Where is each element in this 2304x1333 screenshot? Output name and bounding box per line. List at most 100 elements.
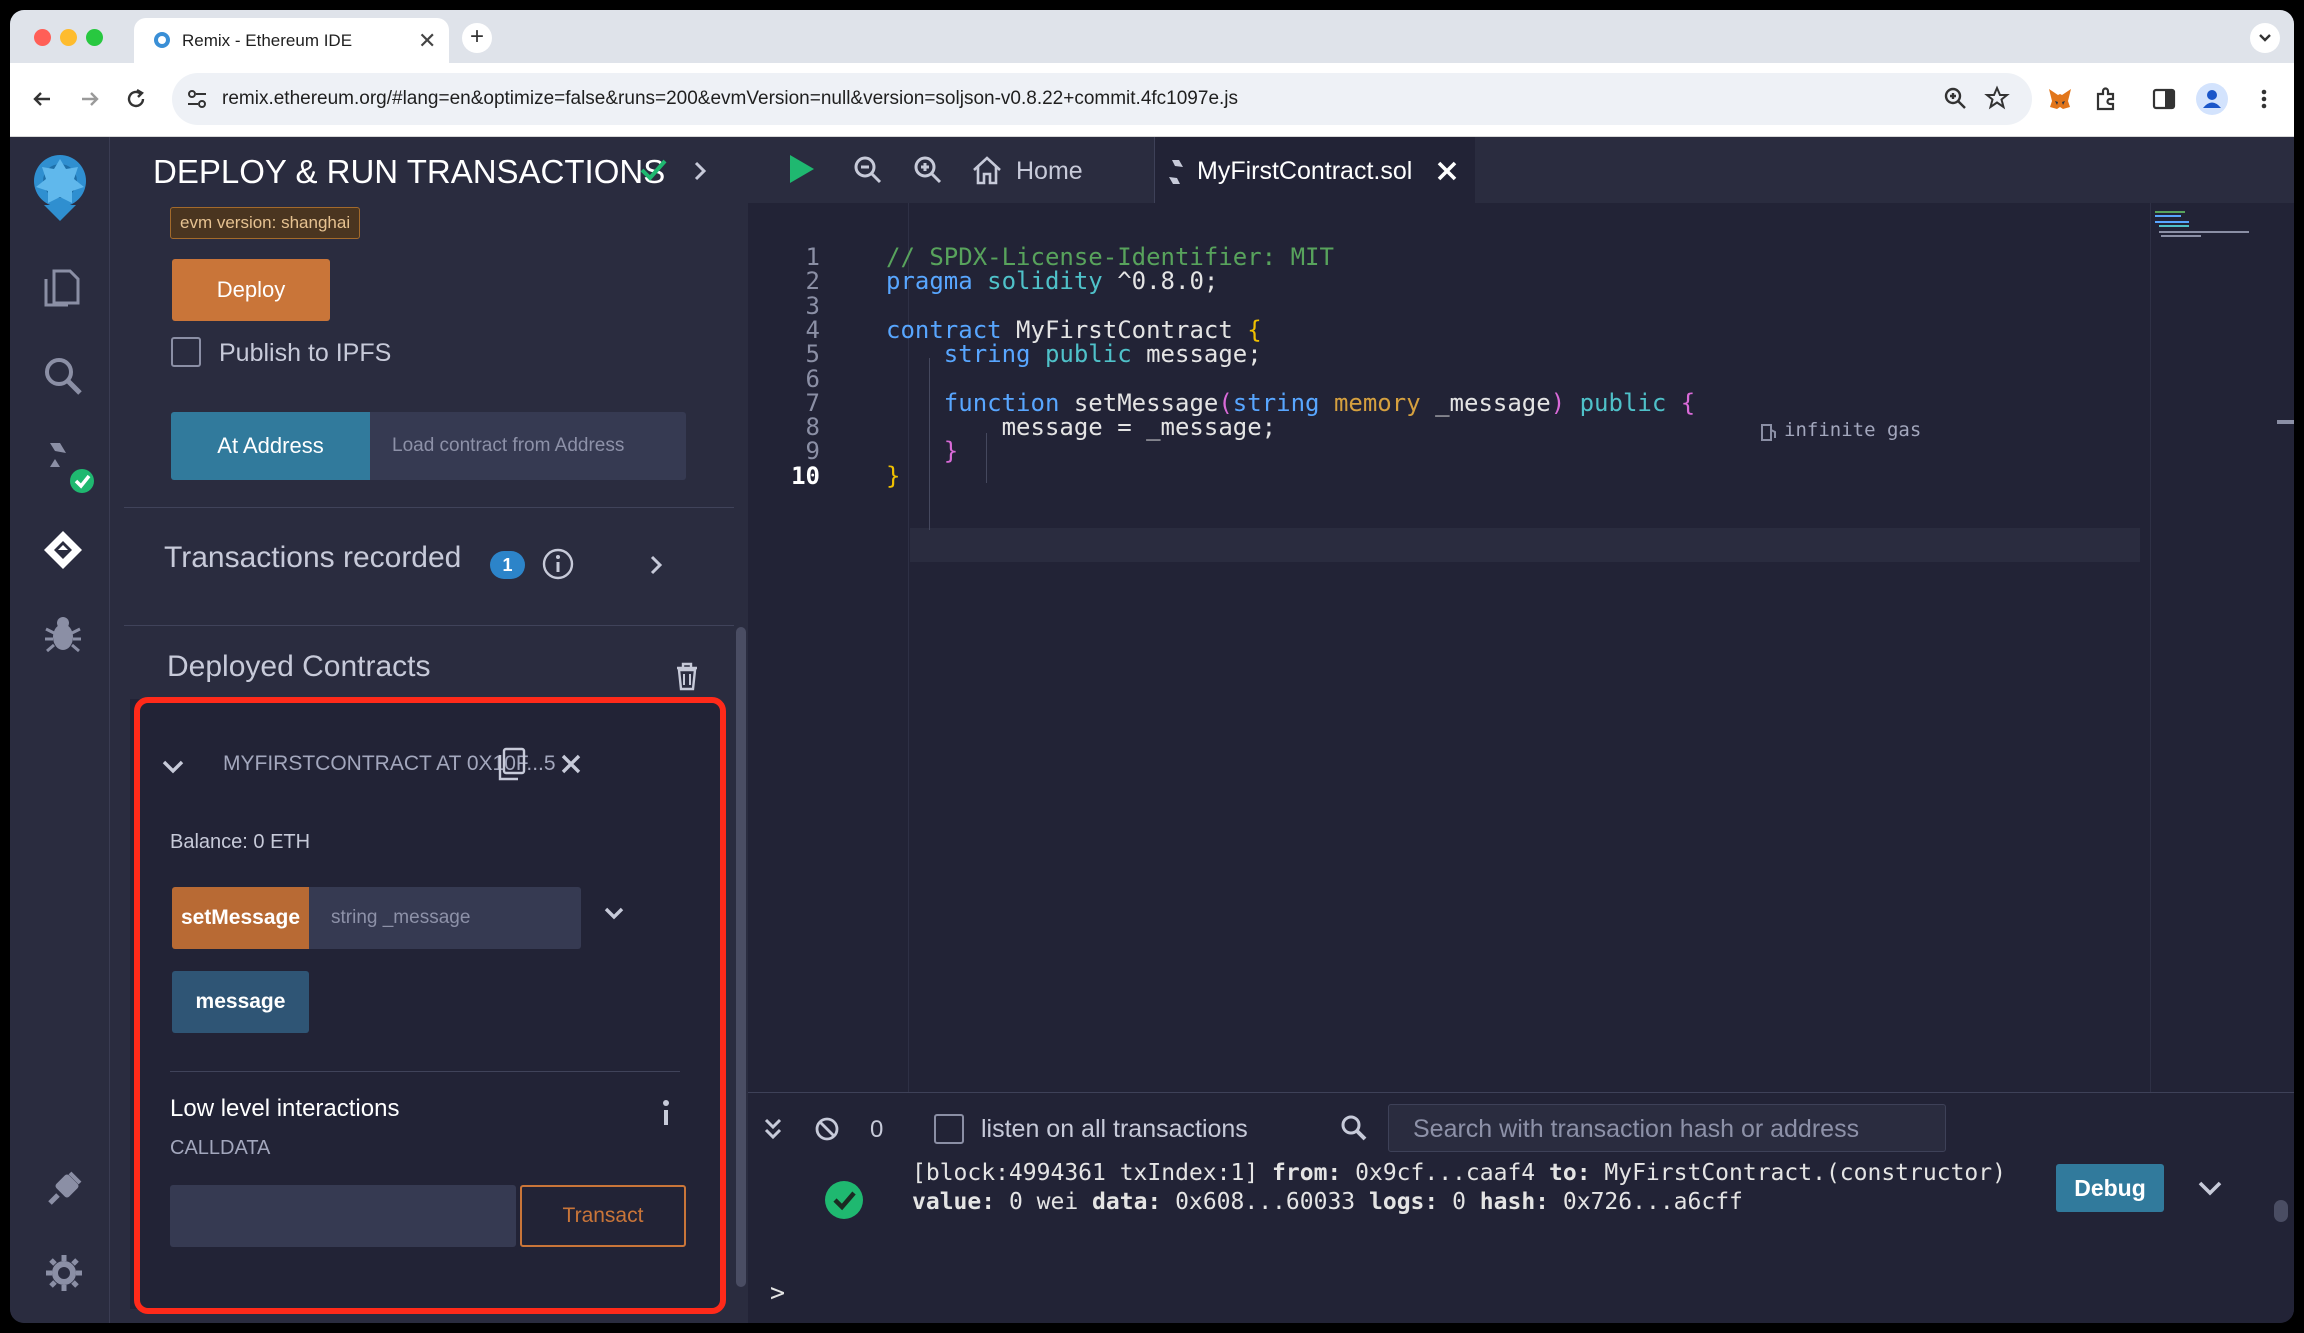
debug-button[interactable]: Debug [2056, 1164, 2164, 1212]
clear-console-icon[interactable] [814, 1116, 840, 1142]
profile-avatar-icon[interactable] [2196, 83, 2228, 115]
code-token: message; [1146, 340, 1262, 369]
gas-estimate-hint: infinite gas [1784, 419, 1922, 441]
code-token: { [1680, 388, 1696, 417]
run-script-play-icon[interactable] [786, 153, 816, 185]
minimap-line [2159, 225, 2189, 227]
transactions-chevron-right-icon[interactable] [646, 553, 666, 577]
info-icon[interactable] [541, 547, 575, 581]
listen-all-label: listen on all transactions [981, 1115, 1248, 1143]
close-window-button[interactable] [34, 29, 51, 46]
icon-panel [10, 137, 110, 1323]
publish-ipfs-checkbox[interactable] [171, 337, 201, 367]
load-contract-address-input[interactable]: Load contract from Address [370, 412, 686, 480]
listen-all-checkbox[interactable] [934, 1114, 964, 1144]
tx-log-line-1[interactable]: [block:4994361 txIndex:1] from: 0x9cf...… [912, 1160, 2006, 1186]
url-text: remix.ethereum.org/#lang=en&optimize=fal… [222, 88, 1239, 109]
search-icon[interactable] [40, 353, 84, 397]
close-file-tab-icon[interactable] [1435, 159, 1459, 183]
terminal-scrollbar[interactable] [2274, 1200, 2288, 1222]
zoom-in-icon[interactable] [913, 155, 943, 185]
side-panel-scrollbar[interactable] [736, 627, 746, 1287]
browser-menu-icon[interactable] [2254, 85, 2274, 113]
deploy-button[interactable]: Deploy [172, 259, 330, 321]
tab-title: Remix - Ethereum IDE [182, 31, 353, 50]
panel-title: DEPLOY & RUN TRANSACTIONS [153, 153, 666, 190]
terminal-search-icon [1340, 1114, 1368, 1142]
log-segment: 0 [1452, 1189, 1480, 1215]
tx-log-line-2[interactable]: value: 0 wei data: 0x608...60033 logs: 0… [912, 1189, 1743, 1215]
zoom-icon[interactable] [1942, 85, 1968, 111]
plugin-manager-icon[interactable] [44, 1167, 86, 1209]
minimap-scroll-marker [2277, 420, 2294, 424]
remix-logo-icon[interactable] [22, 149, 98, 225]
solidity-compiler-icon[interactable] [36, 437, 96, 497]
publish-ipfs-label: Publish to IPFS [219, 339, 392, 367]
panel-chevron-right-icon[interactable] [690, 159, 710, 183]
minimap-line [2161, 235, 2201, 237]
expand-log-chevron-icon[interactable] [2196, 1178, 2224, 1200]
transactions-recorded-label[interactable]: Transactions recorded [164, 541, 461, 575]
remix-favicon-icon [152, 30, 172, 50]
bookmark-star-icon[interactable] [1984, 85, 2010, 111]
highlight-box [134, 697, 726, 1314]
terminal-search-input[interactable]: Search with transaction hash or address [1388, 1104, 1946, 1152]
file-explorer-icon[interactable] [40, 265, 84, 309]
code-line: } [886, 462, 900, 490]
terminal-prompt[interactable]: > [770, 1278, 785, 1307]
close-tab-icon[interactable]: ✕ [418, 28, 436, 54]
debugger-icon[interactable] [42, 613, 84, 655]
code-token: _message [1435, 388, 1551, 417]
terminal-search-placeholder: Search with transaction hash or address [1413, 1115, 1860, 1143]
divider [124, 507, 734, 508]
reload-icon[interactable] [122, 85, 150, 113]
line-number: 10 [791, 461, 820, 490]
deploy-run-icon[interactable] [40, 527, 86, 573]
code-token: } [943, 437, 959, 466]
extensions-puzzle-icon[interactable] [2092, 85, 2120, 113]
address-field[interactable]: remix.ethereum.org/#lang=en&optimize=fal… [172, 73, 2032, 125]
collapse-terminal-icon[interactable] [762, 1116, 784, 1142]
log-segment: [block:4994361 txIndex:1] [912, 1160, 1273, 1186]
minimize-window-button[interactable] [60, 29, 77, 46]
code-token: memory [1333, 388, 1436, 417]
code-token: solidity [987, 267, 1103, 296]
terminal-panel: 0 listen on all transactions Search with… [748, 1092, 2294, 1323]
side-panel-icon[interactable] [2150, 85, 2178, 113]
current-line-highlight [910, 528, 2140, 562]
minimap-line [2155, 215, 2181, 217]
settings-gear-icon[interactable] [44, 1253, 84, 1293]
minimap-line [2155, 211, 2185, 213]
maximize-window-button[interactable] [86, 29, 103, 46]
transactions-count-badge: 1 [490, 551, 525, 579]
browser-tab[interactable]: Remix - Ethereum IDE ✕ [134, 18, 449, 63]
tab-home[interactable]: Home [970, 137, 1120, 203]
back-icon[interactable] [28, 85, 56, 113]
log-segment: 0x9cf...caaf4 [1355, 1160, 1549, 1186]
forward-icon[interactable] [76, 85, 104, 113]
metamask-extension-icon[interactable] [2046, 85, 2074, 113]
minimap-line [2155, 221, 2189, 223]
pending-tx-count: 0 [870, 1116, 884, 1143]
code-token: public [1579, 388, 1681, 417]
new-tab-button[interactable]: + [462, 23, 492, 53]
code-token: pragma [886, 267, 988, 296]
zoom-out-icon[interactable] [853, 155, 883, 185]
tab-search-button[interactable] [2250, 23, 2280, 53]
code-editor[interactable]: 1// SPDX-License-Identifier: MIT 2 pragma … [748, 203, 2294, 1147]
code-line: pragma solidity ^0.8.0; [886, 267, 1218, 295]
clear-contracts-trash-icon[interactable] [674, 661, 700, 691]
site-info-icon[interactable] [184, 86, 210, 112]
log-segment: MyFirstContract.(constructor) [1604, 1160, 2006, 1186]
minimap[interactable] [2150, 203, 2294, 1147]
log-segment: hash: [1479, 1189, 1563, 1215]
indent-guide [929, 358, 930, 530]
at-address-button[interactable]: At Address [171, 412, 370, 480]
deployed-contracts-label: Deployed Contracts [167, 650, 431, 683]
gas-pump-icon [1760, 422, 1778, 442]
log-segment: 0x726...a6cff [1562, 1189, 1743, 1215]
remix-app: DEPLOY & RUN TRANSACTIONS evm version: s… [10, 137, 2294, 1323]
tx-success-check-icon [824, 1180, 864, 1220]
tab-myfirstcontract[interactable]: MyFirstContract.sol [1155, 137, 1475, 203]
